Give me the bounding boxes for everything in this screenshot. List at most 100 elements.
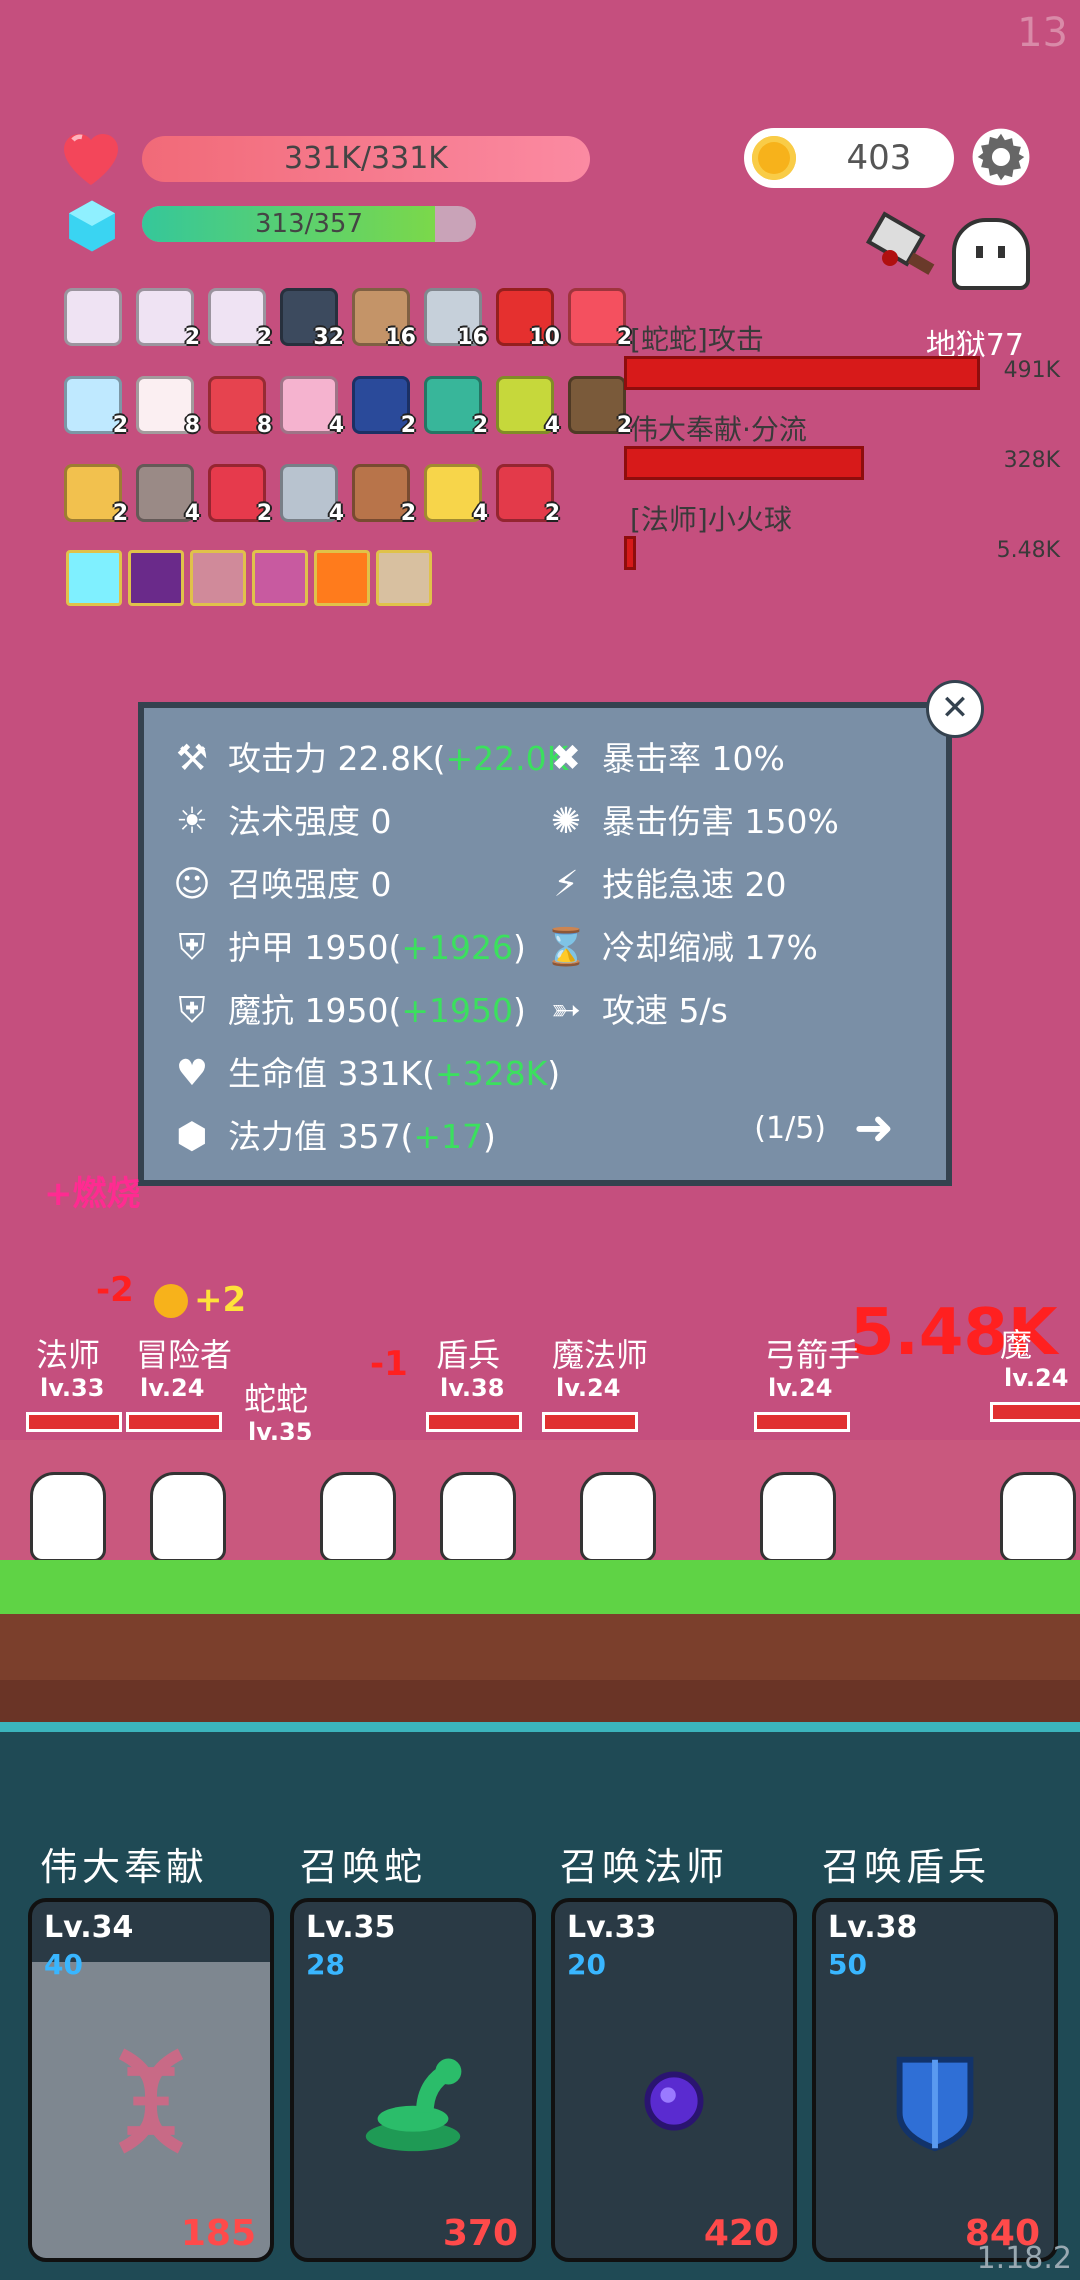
item-count: 8 [184, 413, 200, 438]
stat-label: 技能急速 [602, 865, 745, 904]
stat-row: ♥ 生命值 331K(+328K) [168, 1047, 560, 1095]
stat-label: 暴击伤害 [602, 802, 745, 841]
stat-value: 150% [744, 802, 839, 841]
item-slot[interactable]: 2 [352, 376, 416, 438]
item-slot[interactable]: 2 [352, 464, 416, 526]
stat-value: 20 [744, 865, 787, 904]
item-slot[interactable]: 2 [424, 376, 488, 438]
item-slot[interactable]: 2 [136, 288, 200, 350]
damage-popup: -2 [96, 1270, 134, 1310]
item-slot[interactable]: 2 [568, 376, 632, 438]
item-slot[interactable]: 8 [208, 376, 272, 438]
item-slot[interactable]: 2 [208, 288, 272, 350]
unit-level: lv.24 [140, 1374, 205, 1402]
damage-bar [624, 536, 636, 570]
item-slot[interactable]: 2 [64, 464, 128, 526]
unit-sprite [30, 1472, 106, 1562]
item-count: 8 [256, 413, 272, 438]
unit-level: lv.24 [768, 1374, 833, 1402]
item-count: 2 [400, 501, 416, 526]
next-page-arrow-icon[interactable]: ➜ [854, 1104, 894, 1152]
stat-row: ☺ 召唤强度 0 [168, 858, 391, 906]
burn-status-text: +燃烧 [44, 1174, 141, 1214]
unit-sprite [760, 1472, 836, 1562]
stat-row: ☀ 法术强度 0 [168, 795, 392, 843]
item-slot[interactable] [64, 288, 122, 346]
card-level: Lv.34 [44, 1910, 134, 1945]
hp-text: 331K/331K [284, 141, 448, 176]
item-count: 2 [400, 413, 416, 438]
upgrade-card[interactable]: Lv.34 40 185 [28, 1898, 274, 2262]
heart-icon [64, 134, 118, 185]
item-slot[interactable]: 4 [280, 376, 344, 438]
crit-icon: ✖ [550, 738, 582, 779]
item-count: 10 [529, 325, 560, 350]
demon-skill-icon[interactable] [128, 550, 184, 606]
item-slot[interactable]: 10 [496, 288, 560, 350]
item-slot[interactable]: 2 [496, 464, 560, 526]
damage-value: 491K [1003, 358, 1060, 383]
axe-icon: ⚒ [175, 738, 209, 779]
crit-damage-icon: ✺ [550, 801, 582, 842]
stat-value: 10% [711, 739, 785, 778]
upgrade-card[interactable]: Lv.35 28 370 [290, 1898, 536, 2262]
fire-skill-icon[interactable] [314, 550, 370, 606]
stat-bonus: +1926 [401, 928, 513, 967]
unit-hp-bar [26, 1412, 122, 1432]
item-slot[interactable]: 4 [136, 464, 200, 526]
close-button[interactable]: ✕ [926, 680, 984, 738]
item-slot[interactable]: 8 [136, 376, 200, 438]
unit-name: 蛇蛇 [244, 1380, 309, 1418]
card-mana-cost: 20 [567, 1948, 606, 1981]
shield-skill-icon[interactable] [376, 550, 432, 606]
unit-sprite [150, 1472, 226, 1562]
unit-level: lv.33 [40, 1374, 105, 1402]
item-slot[interactable]: 4 [496, 376, 560, 438]
stat-label: 冷却缩减 [602, 928, 745, 967]
card-level: Lv.35 [306, 1910, 396, 1945]
pink-skill-icon[interactable] [252, 550, 308, 606]
upgrade-card[interactable]: Lv.33 20 420 [551, 1898, 797, 2262]
stat-value: 17% [744, 928, 818, 967]
item-slot[interactable]: 32 [280, 288, 344, 350]
item-slot[interactable]: 16 [424, 288, 488, 350]
blade-skill-icon[interactable] [190, 550, 246, 606]
item-slot[interactable]: 4 [424, 464, 488, 526]
stat-row: ⌛ 冷却缩减 17% [542, 921, 818, 969]
stat-bonus: +17 [413, 1117, 484, 1156]
upgrade-card[interactable]: Lv.38 50 840 [812, 1898, 1058, 2262]
stat-label: 攻击力 [228, 739, 338, 778]
item-count: 2 [256, 501, 272, 526]
unit-name: 魔 [1000, 1326, 1033, 1364]
card-title: 召唤盾兵 [822, 1845, 991, 1889]
stat-row: ⛨ 护甲 1950(+1926) [168, 921, 525, 969]
stat-label: 生命值 [228, 1054, 338, 1093]
summon-icon: ☺ [173, 864, 211, 905]
light-skill-icon[interactable] [66, 550, 122, 606]
stat-value: 357( [337, 1117, 414, 1156]
item-slot[interactable]: 2 [208, 464, 272, 526]
stat-row: ✺ 暴击伤害 150% [542, 795, 839, 843]
item-count: 4 [328, 501, 344, 526]
gear-icon[interactable] [970, 126, 1032, 188]
stat-label: 召唤强度 [228, 865, 371, 904]
stat-bonus: +1950 [401, 991, 513, 1030]
heart-icon: ♥ [175, 1053, 209, 1094]
sun-icon: ☀ [175, 801, 209, 842]
item-slot[interactable]: 2 [568, 288, 632, 350]
item-slot[interactable]: 16 [352, 288, 416, 350]
mana-crystal-icon [69, 200, 115, 252]
damage-popup: -1 [370, 1344, 408, 1384]
stat-label: 魔抗 [228, 991, 305, 1030]
item-count: 16 [385, 325, 416, 350]
stat-row: ⬢ 法力值 357(+17) [168, 1110, 496, 1158]
item-slot[interactable]: 4 [280, 464, 344, 526]
hourglass-icon: ⌛ [543, 927, 589, 968]
item-count: 2 [544, 501, 560, 526]
stat-value: 22.8K( [337, 739, 446, 778]
card-title: 召唤法师 [560, 1845, 729, 1889]
bow-icon: ➳ [550, 990, 582, 1031]
stat-label: 护甲 [228, 928, 305, 967]
stat-bonus: +328K [435, 1054, 548, 1093]
item-slot[interactable]: 2 [64, 376, 128, 438]
